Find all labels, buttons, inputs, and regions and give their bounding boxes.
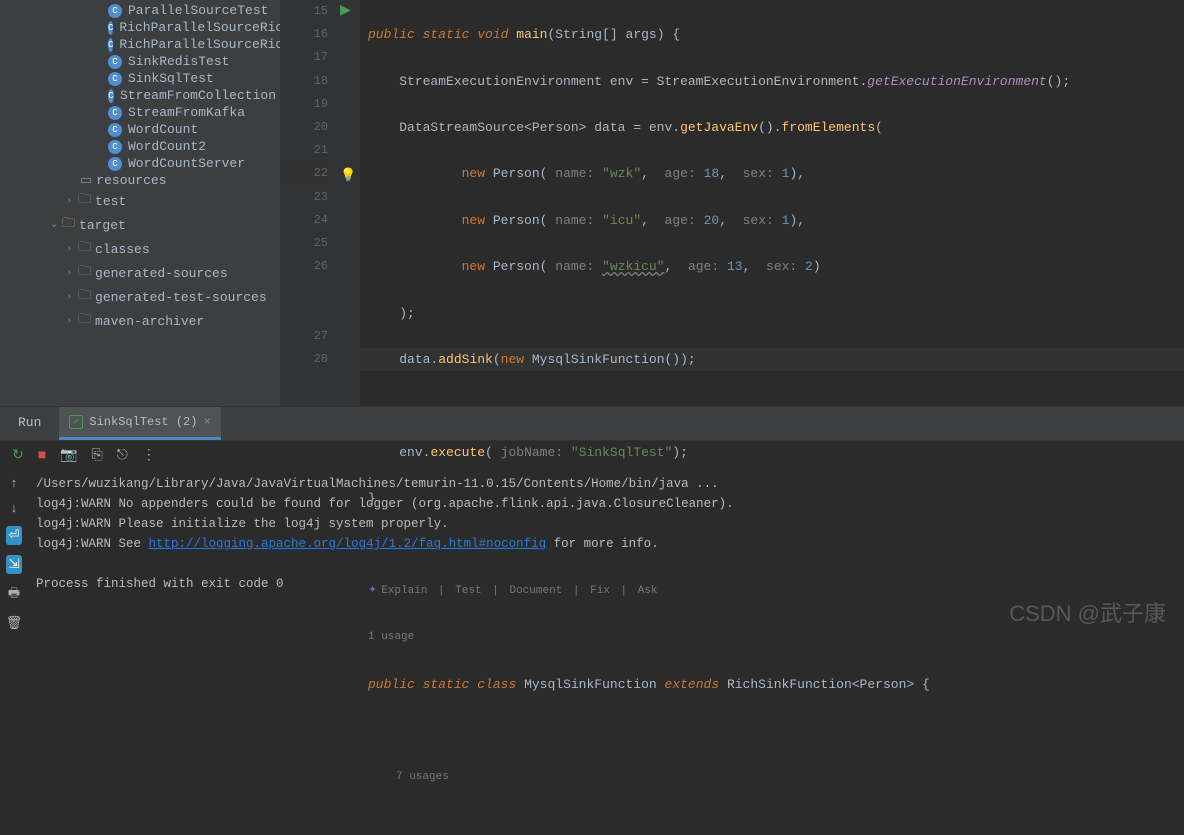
run-gutter-icon[interactable]: ▶ [340,0,351,23]
chevron-right-icon[interactable]: › [66,244,78,255]
folder-icon: 🗀 [62,214,75,236]
class-icon: C [108,123,122,137]
usages-hint[interactable]: 7 usages [360,766,1184,789]
intention-bulb-icon[interactable]: 💡 [340,164,356,187]
tree-folder-item[interactable]: ›🗀 maven-archiver [0,309,280,333]
tree-folder-test[interactable]: ›🗀 test [0,189,280,213]
tree-label: StreamFromKafka [128,105,245,120]
tree-class-item[interactable]: C RichParallelSourceRichTest [0,36,280,53]
action-ask[interactable]: Ask [638,580,658,603]
tree-folder-item[interactable]: ›🗀 generated-test-sources [0,285,280,309]
watermark: CSDN @武子康 [1009,596,1166,628]
tree-label: SinkRedisTest [128,54,229,69]
class-icon: C [108,89,114,103]
tree-label: RichParallelSourceRich [119,20,280,35]
chevron-right-icon[interactable]: › [66,268,78,279]
tree-label: RichParallelSourceRichTest [119,37,280,52]
tree-folder-resources[interactable]: ▭ resources [0,172,280,189]
class-icon: C [108,4,122,18]
project-tree[interactable]: C ParallelSourceTest C RichParallelSourceR… [0,0,280,406]
run-config-tab[interactable]: ✓ SinkSqlTest (2) × [59,407,220,440]
chevron-down-icon[interactable]: ⌄ [50,219,62,231]
chevron-right-icon[interactable]: › [66,316,78,327]
class-icon: C [108,21,113,35]
run-config-icon: ✓ [69,415,83,429]
tree-label: StreamFromCollection [120,88,276,103]
close-tab-icon[interactable]: × [203,415,210,429]
tree-label: test [95,194,126,209]
folder-icon: 🗀 [78,190,91,212]
tree-folder-item[interactable]: ›🗀 generated-sources [0,261,280,285]
camera-icon[interactable]: 📷 [60,447,77,464]
tree-class-item[interactable]: C SinkSqlTest [0,70,280,87]
tree-label: target [79,218,126,233]
tree-folder-item[interactable]: ›🗀 classes [0,237,280,261]
tree-label: SinkSqlTest [128,71,214,86]
trash-icon[interactable]: 🗑 [6,616,23,631]
more-icon[interactable]: ⋮ [142,447,156,464]
class-icon: C [108,55,122,69]
chevron-right-icon[interactable]: › [66,196,78,207]
tree-class-item[interactable]: C WordCountServer [0,155,280,172]
tree-class-item[interactable]: C RichParallelSourceRich [0,19,280,36]
folder-icon: 🗀 [78,310,91,332]
soft-wrap-icon[interactable]: ⏎ [6,526,23,545]
action-document[interactable]: Document [509,580,562,603]
tree-label: classes [95,242,150,257]
tree-label: WordCount2 [128,139,206,154]
console-gutter: ↑ ↓ ⏎ ⇲ 🖶 🗑 [0,470,28,638]
gutter-icons: ▶ 💡 [336,0,360,406]
class-icon: C [108,72,122,86]
chevron-right-icon[interactable]: › [66,292,78,303]
exit-icon[interactable]: ⎘ [92,448,103,464]
scroll-end-icon[interactable]: ⇲ [6,555,23,574]
tree-folder-target[interactable]: ⌄🗀 target [0,213,280,237]
tree-class-item[interactable]: C SinkRedisTest [0,53,280,70]
tree-label: maven-archiver [95,314,204,329]
tree-label: resources [96,173,166,188]
print-icon[interactable]: 🖶 [8,584,20,606]
tree-class-item[interactable]: C StreamFromCollection [0,87,280,104]
tree-class-item[interactable]: C ParallelSourceTest [0,2,280,19]
tree-label: ParallelSourceTest [128,3,268,18]
tree-class-item[interactable]: C WordCount2 [0,138,280,155]
run-tab-label[interactable]: Run [0,407,59,440]
resources-icon: ▭ [80,173,92,188]
class-icon: C [108,157,122,171]
class-icon: C [108,38,113,52]
tree-class-item[interactable]: C StreamFromKafka [0,104,280,121]
line-number-gutter: 15 16 17 18 19 20 21 22 23 24 25 26 27 2… [280,0,336,406]
class-icon: C [108,106,122,120]
code-editor[interactable]: 15 16 17 18 19 20 21 22 23 24 25 26 27 2… [280,0,1184,406]
tree-label: generated-sources [95,266,228,281]
tree-class-item[interactable]: C WordCount [0,121,280,138]
folder-icon: 🗀 [78,262,91,284]
code-content[interactable]: public static void main(String[] args) {… [360,0,1184,406]
tree-label: WordCountServer [128,156,245,171]
down-icon[interactable]: ↓ [10,501,18,516]
action-test[interactable]: Test [455,580,481,603]
folder-icon: 🗀 [78,238,91,260]
action-explain[interactable]: Explain [381,580,427,603]
rerun-icon[interactable]: ↻ [12,447,24,464]
run-config-label: SinkSqlTest (2) [89,415,197,429]
up-icon[interactable]: ↑ [10,476,18,491]
folder-icon: 🗀 [78,286,91,308]
tree-label: WordCount [128,122,198,137]
class-icon: C [108,140,122,154]
action-fix[interactable]: Fix [590,580,610,603]
usages-hint[interactable]: 1 usage [360,626,1184,649]
ai-bulb-icon[interactable]: ✦ [368,580,377,603]
tree-label: generated-test-sources [95,290,267,305]
stop-icon[interactable]: ■ [38,448,46,464]
attach-icon[interactable]: ⎋ [117,448,128,464]
